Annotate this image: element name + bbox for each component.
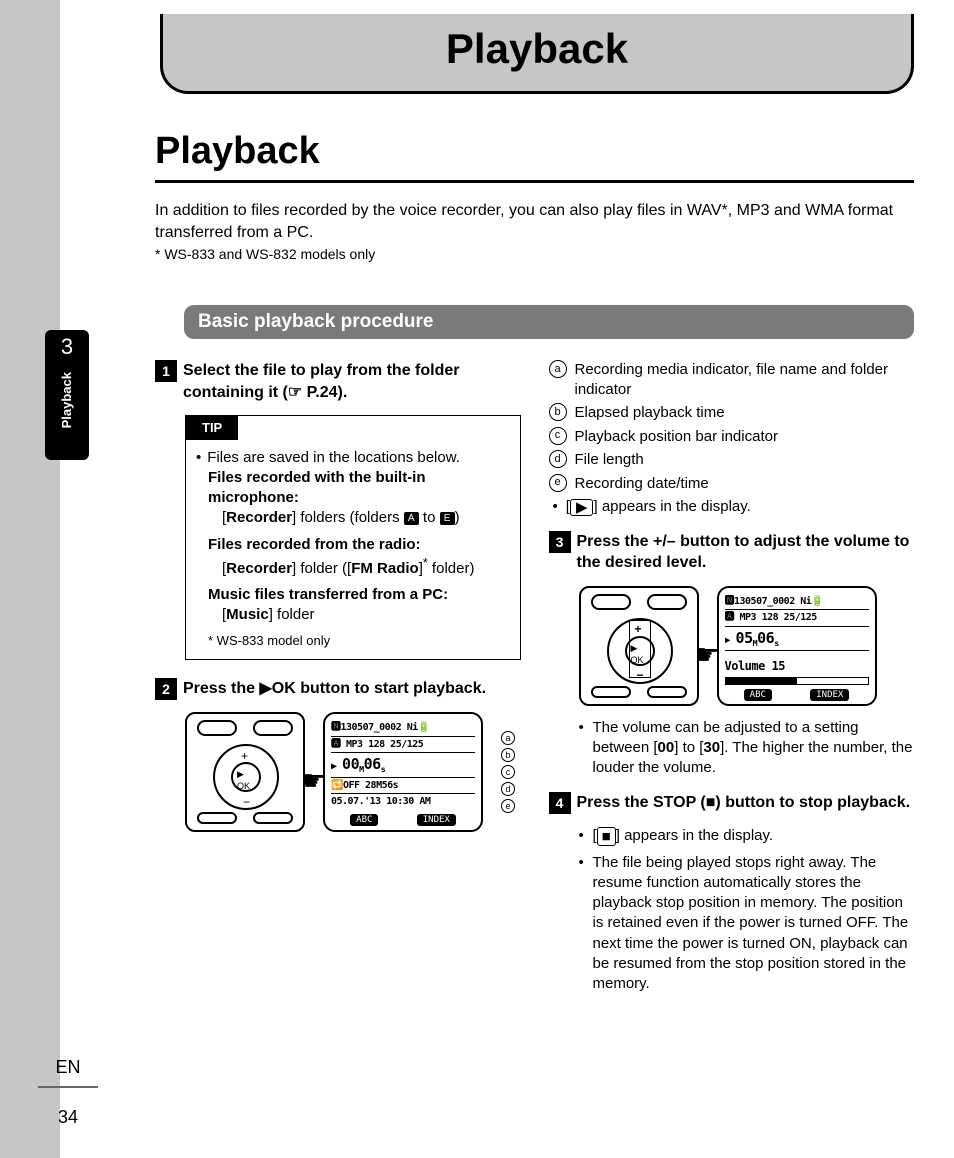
device-illustration: ▶OK + − ☚ — [185, 712, 305, 832]
subhead-bar: Basic playback procedure — [184, 305, 914, 339]
step4-bullets: [■] appears in the display. The file bei… — [579, 826, 915, 994]
intro-note: * WS-833 and WS-832 models only — [155, 245, 914, 265]
device-illustration-2: ▶OK + − ☚ — [579, 586, 699, 706]
intro-text: In addition to files recorded by the voi… — [155, 200, 914, 245]
step-number: 2 — [155, 678, 177, 700]
callout-labels: a b c d e — [501, 721, 515, 823]
step-number: 1 — [155, 360, 177, 382]
screen-illustration-2: 🅽130507_0002 Ni🔋 🅰 MP3 128 25/125 ▶ 05M0… — [717, 586, 877, 706]
figure-step2: ▶OK + − ☚ 🅽130507_0002 Ni🔋 🅰 MP3 128 25/… — [185, 712, 521, 832]
tip-intro: Files are saved in the locations below. — [208, 448, 506, 468]
tip-heading-3: Music files transferred from a PC: — [208, 585, 506, 605]
language-indicator: EN — [38, 1057, 98, 1088]
figure-step3: ▶OK + − ☚ 🅽130507_0002 Ni🔋 🅰 MP3 128 25/… — [579, 586, 915, 706]
tip-heading-2: Files recorded from the radio: — [208, 535, 506, 555]
step-3: 3 Press the +/– button to adjust the vol… — [549, 531, 915, 574]
step-4: 4 Press the STOP (■) button to stop play… — [549, 792, 915, 814]
section-title: Playback — [155, 130, 320, 173]
tip-footnote: * WS-833 model only — [208, 632, 506, 650]
tip-detail-1: [Recorder] folders (folders A to E) — [222, 508, 506, 528]
left-column: 1 Select the file to play from the folde… — [155, 360, 521, 1138]
step-number: 4 — [549, 792, 571, 814]
tip-heading-1: Files recorded with the built-in microph… — [208, 468, 506, 509]
tip-box: TIP Files are saved in the locations bel… — [185, 415, 521, 660]
play-indicator-icon: ▶ — [570, 499, 594, 516]
chapter-tab: Playback — [160, 14, 914, 94]
folder-e-icon: E — [440, 512, 455, 525]
title-underline — [155, 180, 914, 183]
tip-detail-2: [Recorder] folder ([FM Radio]* folder) — [222, 555, 506, 579]
stop-label: STOP — [653, 794, 696, 811]
side-tab: 3 Playback — [45, 330, 89, 460]
step-number: 3 — [549, 531, 571, 553]
screen-illustration-1: 🅽130507_0002 Ni🔋 🅰 MP3 128 25/125 ▶ 00M0… — [323, 712, 483, 832]
tip-detail-3: [Music] folder — [222, 605, 506, 625]
legend-list: aRecording media indicator, file name an… — [549, 360, 915, 517]
intro-block: In addition to files recorded by the voi… — [155, 200, 914, 264]
volume-note: The volume can be adjusted to a setting … — [579, 718, 915, 779]
tip-label: TIP — [186, 416, 238, 440]
step-1: 1 Select the file to play from the folde… — [155, 360, 521, 403]
side-tab-label: Playback — [59, 372, 75, 428]
page: Playback Playback In addition to files r… — [60, 0, 954, 1158]
side-tab-number: 3 — [45, 330, 89, 360]
step-2: 2 Press the ▶OK button to start playback… — [155, 678, 521, 700]
play-ok-label: ▶OK — [259, 680, 295, 697]
page-number: 34 — [38, 1107, 98, 1128]
folder-a-icon: A — [404, 512, 419, 525]
stop-indicator-icon: ■ — [597, 827, 616, 846]
stop-square-icon: ■ — [706, 794, 716, 811]
right-column: aRecording media indicator, file name an… — [549, 360, 915, 1138]
